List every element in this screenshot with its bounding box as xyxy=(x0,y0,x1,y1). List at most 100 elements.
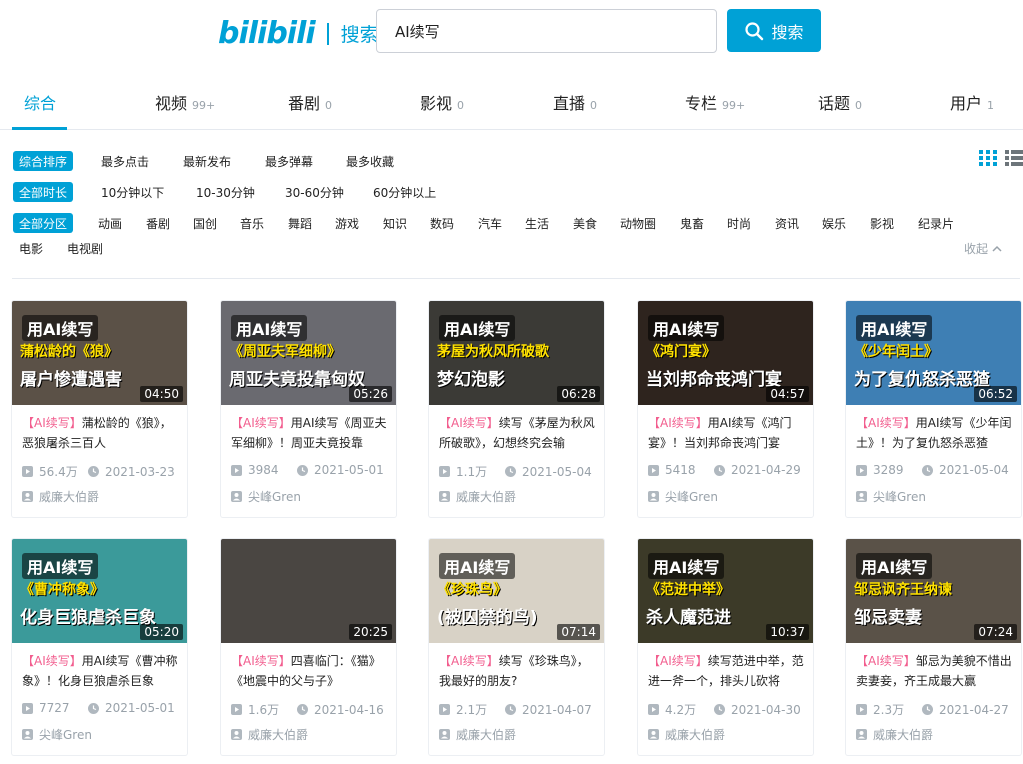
zone-item[interactable]: 音乐 xyxy=(240,213,264,233)
video-title[interactable]: 【AI续写】蒲松龄的《狼》，恶狼屠杀三百人 xyxy=(22,413,180,455)
bilibili-logo[interactable]: bilibili 搜索 xyxy=(218,16,379,51)
sort-chip[interactable]: 综合排序 xyxy=(13,151,74,171)
video-title[interactable]: 【AI续写】四喜临门：《猫》《地震中的父与子》 xyxy=(231,651,389,693)
video-thumbnail[interactable]: 用AI续写 《周亚夫军细柳》 周亚夫竟投靠匈奴 05:26 xyxy=(221,301,396,405)
video-thumbnail[interactable]: 用AI续写 《少年闰土》 为了复仇怒杀恶猹 06:52 xyxy=(846,301,1021,405)
video-uploader[interactable]: 威廉大伯爵 xyxy=(439,488,516,505)
duration-10-30[interactable]: 10-30分钟 xyxy=(196,182,255,202)
tab-live[interactable]: 直播 0 xyxy=(553,90,597,114)
zone-item[interactable]: 美食 xyxy=(573,213,597,233)
video-title[interactable]: 【AI续写】用AI续写《曹冲称象》！化身巨狼虐杀巨象 xyxy=(22,651,180,693)
video-card[interactable]: 用AI续写 蒲松龄的《狼》 屠户惨遭遇害 04:50 【AI续写】蒲松龄的《狼》，恶狼屠… xyxy=(12,301,187,517)
video-duration: 04:50 xyxy=(140,386,183,402)
tab-video[interactable]: 视频 99+ xyxy=(155,90,215,114)
video-title[interactable]: 【AI续写】续写《珍珠鸟》，我最好的朋友? xyxy=(439,651,597,693)
zone-item[interactable]: 知识 xyxy=(383,213,407,233)
video-title[interactable]: 【AI续写】用AI续写《鸿门宴》！当刘邦命丧鸿门宴 xyxy=(648,413,806,455)
video-thumbnail[interactable]: 用AI续写 《曹冲称象》 化身巨狼虐杀巨象 05:20 xyxy=(12,539,187,643)
upload-date: 2021-04-27 xyxy=(939,702,1009,717)
video-title[interactable]: 【AI续写】续写范进中举，范进一斧一个，排头儿砍将 xyxy=(648,651,806,693)
video-title[interactable]: 【AI续写】续写《茅屋为秋风所破歌》，幻想终究会输 xyxy=(439,413,597,455)
video-thumbnail[interactable]: 用AI续写 蒲松龄的《狼》 屠户惨遭遇害 04:50 xyxy=(12,301,187,405)
video-uploader[interactable]: 威廉大伯爵 xyxy=(856,726,933,743)
zone-item[interactable]: 游戏 xyxy=(335,213,359,233)
video-card[interactable]: 用AI续写 茅屋为秋风所破歌 梦幻泡影 06:28 【AI续写】续写《茅屋为秋风所破歌》… xyxy=(429,301,604,517)
uploader-name: 尖峰Gren xyxy=(665,490,718,504)
video-uploader[interactable]: 威廉大伯爵 xyxy=(22,488,99,505)
search-button[interactable]: 搜索 xyxy=(727,9,821,52)
thumb-line-2: 《鸿门宴》 xyxy=(646,344,716,360)
duration-30-60[interactable]: 30-60分钟 xyxy=(285,182,344,202)
video-uploader[interactable]: 尖峰Gren xyxy=(856,488,926,505)
tab-film[interactable]: 影视 0 xyxy=(420,90,464,114)
video-thumbnail[interactable]: 用AI续写 《鸿门宴》 当刘邦命丧鸿门宴 04:57 xyxy=(638,301,813,405)
video-card[interactable]: 用AI续写 《曹冲称象》 化身巨狼虐杀巨象 05:20 【AI续写】用AI续写《曹冲称象… xyxy=(12,539,187,755)
zone-item[interactable]: 生活 xyxy=(525,213,549,233)
thumb-line-1: 用AI续写 xyxy=(648,553,725,579)
search-input[interactable]: AI续写 xyxy=(376,9,717,53)
duration-filter-row: 全部时长 10分钟以下 10-30分钟 30-60分钟 60分钟以上 xyxy=(13,182,913,202)
video-title[interactable]: 【AI续写】邹忌为美貌不惜出卖妻妾，齐王成最大赢 xyxy=(856,651,1014,693)
video-card[interactable]: 用AI续写 《珍珠鸟》 (被囚禁的鸟) 07:14 【AI续写】续写《珍珠鸟》，我最好的… xyxy=(429,539,604,755)
video-card[interactable]: 用AI续写 《周亚夫军细柳》 周亚夫竟投靠匈奴 05:26 【AI续写】用AI续写《周亚… xyxy=(221,301,396,517)
zone-item[interactable]: 汽车 xyxy=(478,213,502,233)
video-meta: 4.2万 2021-04-30 xyxy=(648,701,808,718)
video-card[interactable]: 用AI续写 《范进中举》 杀人魔范进 10:37 【AI续写】续写范进中举，范进一斧一个… xyxy=(638,539,813,755)
tab-article[interactable]: 专栏 99+ xyxy=(685,90,745,114)
video-meta: 3289 2021-05-04 xyxy=(856,463,1016,477)
video-thumbnail[interactable]: 用AI续写 《范进中举》 杀人魔范进 10:37 xyxy=(638,539,813,643)
sort-most-favorited[interactable]: 最多收藏 xyxy=(346,151,394,171)
video-uploader[interactable]: 尖峰Gren xyxy=(22,726,92,743)
zone-item[interactable]: 时尚 xyxy=(727,213,751,233)
list-view-icon[interactable] xyxy=(1005,150,1023,166)
uploader-icon xyxy=(231,491,242,502)
video-uploader[interactable]: 威廉大伯爵 xyxy=(439,726,516,743)
video-thumbnail[interactable]: 用AI续写 《珍珠鸟》 (被囚禁的鸟) 07:14 xyxy=(429,539,604,643)
zone-item[interactable]: 资讯 xyxy=(775,213,799,233)
zone-item[interactable]: 电影 xyxy=(19,238,43,258)
video-duration: 05:26 xyxy=(349,386,392,402)
grid-view-icon[interactable] xyxy=(979,150,997,166)
tab-bangumi[interactable]: 番剧 0 xyxy=(288,90,332,114)
duration-chip[interactable]: 全部时长 xyxy=(13,182,74,202)
zone-item[interactable]: 数码 xyxy=(430,213,454,233)
zone-item[interactable]: 动物圈 xyxy=(620,213,656,233)
sort-most-danmaku[interactable]: 最多弹幕 xyxy=(265,151,313,171)
sort-most-clicked[interactable]: 最多点击 xyxy=(101,151,149,171)
video-card[interactable]: 用AI续写 《鸿门宴》 当刘邦命丧鸿门宴 04:57 【AI续写】用AI续写《鸿门宴》！… xyxy=(638,301,813,517)
tab-all[interactable]: 综合 xyxy=(24,90,56,114)
zone-item[interactable]: 国创 xyxy=(193,213,217,233)
zone-item[interactable]: 番剧 xyxy=(146,213,170,233)
video-card[interactable]: 20:25 【AI续写】四喜临门：《猫》《地震中的父与子》 1.6万 2021-04-… xyxy=(221,539,396,755)
duration-over-60[interactable]: 60分钟以上 xyxy=(373,182,436,202)
video-card[interactable]: 用AI续写 邹忌讽齐王纳谏 邹忌卖妻 07:24 【AI续写】邹忌为美貌不惜出卖妻妾，齐… xyxy=(846,539,1021,755)
zone-item[interactable]: 舞蹈 xyxy=(288,213,312,233)
uploader-icon xyxy=(856,729,867,740)
zone-item[interactable]: 影视 xyxy=(870,213,894,233)
tab-topic[interactable]: 话题 0 xyxy=(818,90,862,114)
zone-item[interactable]: 电视剧 xyxy=(67,238,103,258)
search-type-tabs: 综合 视频 99+ 番剧 0 影视 0 直播 0 专栏 99+ 话题 0 用户 1 xyxy=(0,78,1023,130)
zone-chip[interactable]: 全部分区 xyxy=(13,213,74,233)
video-thumbnail[interactable]: 用AI续写 邹忌讽齐王纳谏 邹忌卖妻 07:24 xyxy=(846,539,1021,643)
zone-item[interactable]: 纪录片 xyxy=(918,213,954,233)
duration-under-10[interactable]: 10分钟以下 xyxy=(101,182,164,202)
video-uploader[interactable]: 威廉大伯爵 xyxy=(231,726,308,743)
video-uploader[interactable]: 尖峰Gren xyxy=(231,488,301,505)
video-card[interactable]: 用AI续写 《少年闰土》 为了复仇怒杀恶猹 06:52 【AI续写】用AI续写《少年闰土… xyxy=(846,301,1021,517)
video-uploader[interactable]: 尖峰Gren xyxy=(648,488,718,505)
clock-icon xyxy=(922,704,933,715)
zone-item[interactable]: 娱乐 xyxy=(822,213,846,233)
video-title[interactable]: 【AI续写】用AI续写《周亚夫军细柳》！周亚夫竟投靠 xyxy=(231,413,389,455)
video-uploader[interactable]: 威廉大伯爵 xyxy=(648,726,725,743)
thumb-line-1: 用AI续写 xyxy=(439,315,516,341)
video-thumbnail[interactable]: 用AI续写 茅屋为秋风所破歌 梦幻泡影 06:28 xyxy=(429,301,604,405)
collapse-button[interactable]: 收起 xyxy=(964,240,1002,257)
video-title[interactable]: 【AI续写】用AI续写《少年闰土》！为了复仇怒杀恶猹 xyxy=(856,413,1014,455)
tab-user[interactable]: 用户 1 xyxy=(950,90,994,114)
zone-item[interactable]: 鬼畜 xyxy=(680,213,704,233)
sort-newest[interactable]: 最新发布 xyxy=(183,151,231,171)
zone-item[interactable]: 动画 xyxy=(98,213,122,233)
uploader-name: 尖峰Gren xyxy=(873,490,926,504)
video-thumbnail[interactable]: 20:25 xyxy=(221,539,396,643)
